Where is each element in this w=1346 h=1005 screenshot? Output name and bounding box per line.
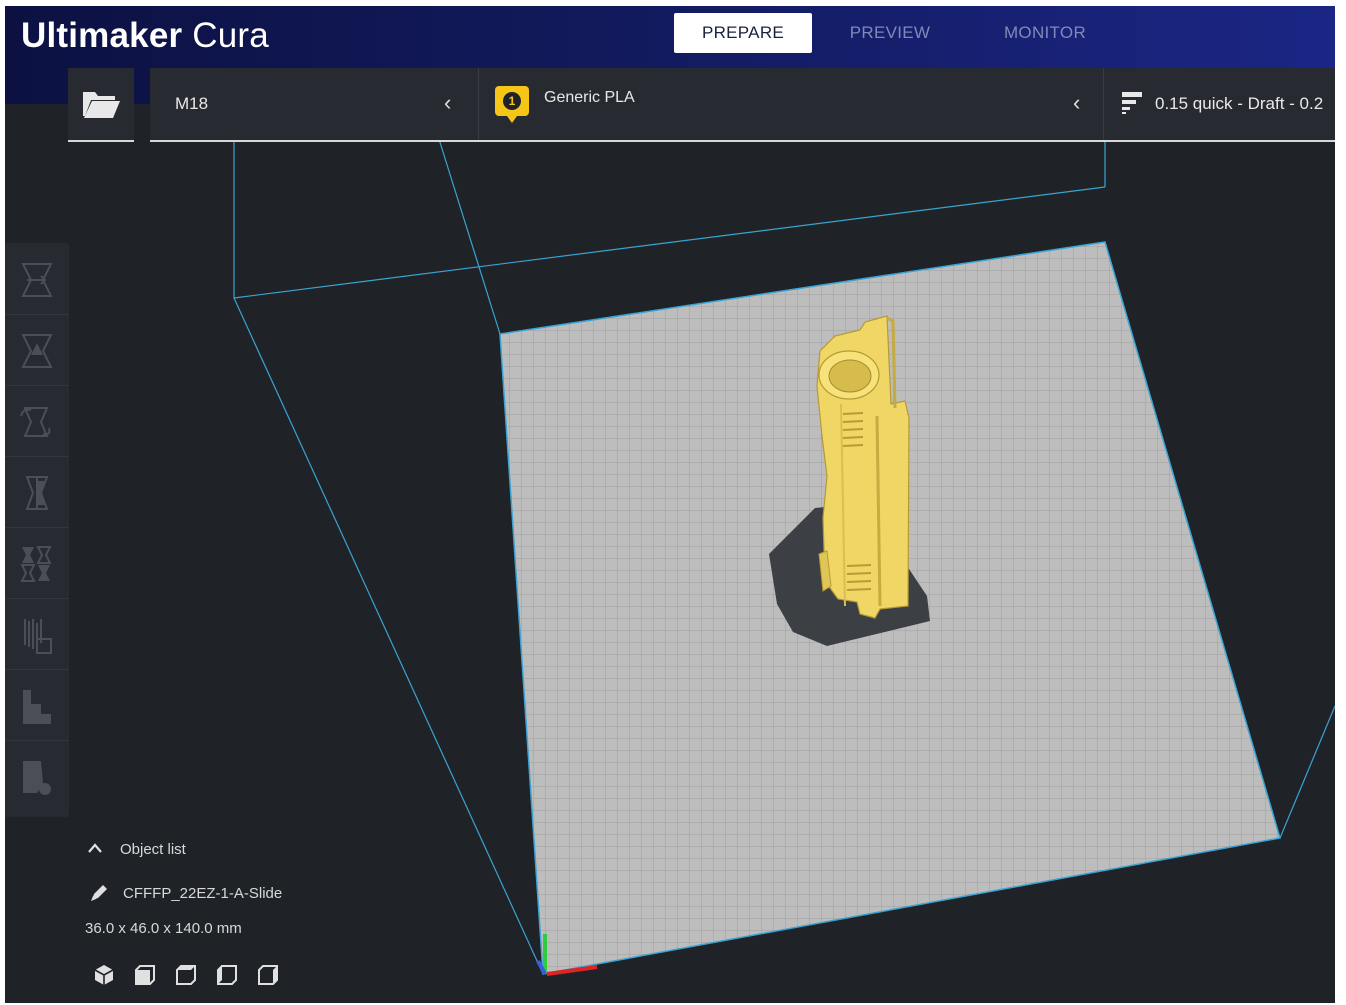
chevron-up-icon (88, 843, 102, 853)
view-3d-icon[interactable] (91, 962, 117, 988)
printer-selector[interactable]: M18 ‹ (150, 68, 478, 140)
view-front-icon[interactable] (132, 962, 158, 988)
folder-open-icon (83, 92, 120, 118)
view-right-icon[interactable] (255, 962, 281, 988)
stairs-tool[interactable] (5, 669, 69, 741)
object-list-toggle[interactable]: Object list (83, 836, 243, 862)
support-blocker-icon (24, 619, 52, 654)
scale-tool[interactable] (5, 314, 69, 386)
rotate-icon (20, 407, 51, 437)
printer-name: M18 (175, 94, 209, 113)
print-settings-selector[interactable]: 0.15 quick - Draft - 0.2 (1103, 68, 1335, 140)
profile-name: 0.15 quick - Draft - 0.2 (1155, 94, 1324, 113)
tool-panel (5, 243, 69, 817)
open-file-button[interactable] (68, 68, 134, 140)
chevron-left-icon: ‹ (444, 90, 452, 115)
per-model-settings-icon (20, 546, 52, 582)
object-list-label: Object list (120, 841, 186, 858)
mirror-tool[interactable] (5, 456, 69, 528)
per-model-settings-tool[interactable] (5, 527, 69, 599)
custom-support-tool[interactable] (5, 740, 69, 811)
extruder-number: 1 (503, 92, 521, 110)
object-list-panel: Object list CFFFP_22EZ-1-A-Slide 36.0 x … (83, 836, 363, 996)
chevron-left-icon: ‹ (1073, 90, 1081, 115)
settings-bars-icon (1122, 92, 1142, 114)
model-cfffp-slide[interactable] (816, 315, 910, 619)
material-selector[interactable]: 1 Generic PLA ‹ (478, 68, 1104, 140)
scale-icon (21, 334, 53, 368)
extruder-badge: 1 (495, 86, 529, 123)
stairs-icon (23, 690, 51, 724)
pencil-icon[interactable] (88, 882, 110, 904)
mirror-icon (25, 476, 49, 510)
material-name: Generic PLA (544, 89, 635, 106)
object-name: CFFFP_22EZ-1-A-Slide (123, 885, 283, 902)
custom-support-icon (23, 761, 51, 795)
view-left-icon[interactable] (214, 962, 240, 988)
move-icon (21, 263, 53, 297)
support-blocker-tool[interactable] (5, 598, 69, 670)
move-tool[interactable] (5, 243, 69, 315)
cura-window: Ultimaker Cura PREPARE PREVIEW MONITOR M… (5, 6, 1335, 1003)
view-top-icon[interactable] (173, 962, 199, 988)
object-dimensions: 36.0 x 46.0 x 140.0 mm (85, 920, 242, 937)
rotate-tool[interactable] (5, 385, 69, 457)
